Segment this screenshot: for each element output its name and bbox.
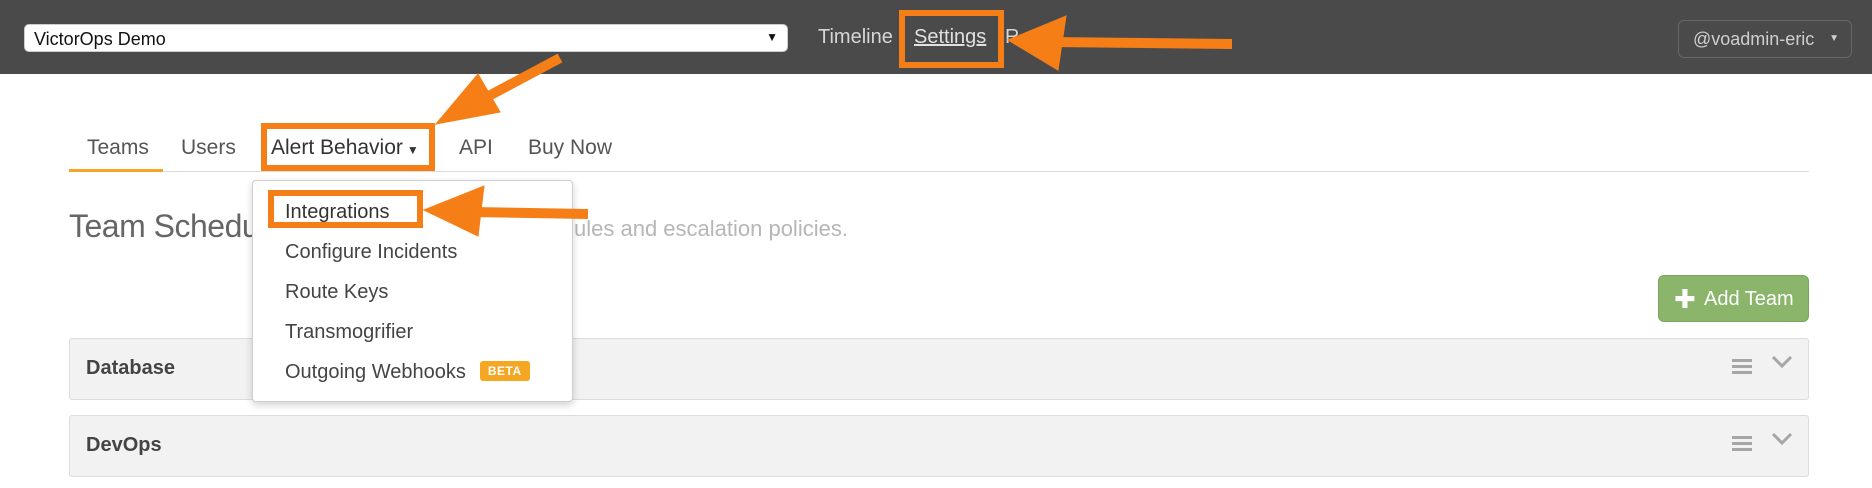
annotation-arrowhead-integrations <box>422 185 485 237</box>
annotation-arrows <box>422 15 1233 237</box>
annotation-arrow-integrations <box>469 207 589 219</box>
annotation-arrowhead-alert-behavior <box>434 73 501 125</box>
annotation-arrow-settings <box>1049 37 1233 49</box>
annotation-arrowhead-settings <box>1006 15 1067 71</box>
